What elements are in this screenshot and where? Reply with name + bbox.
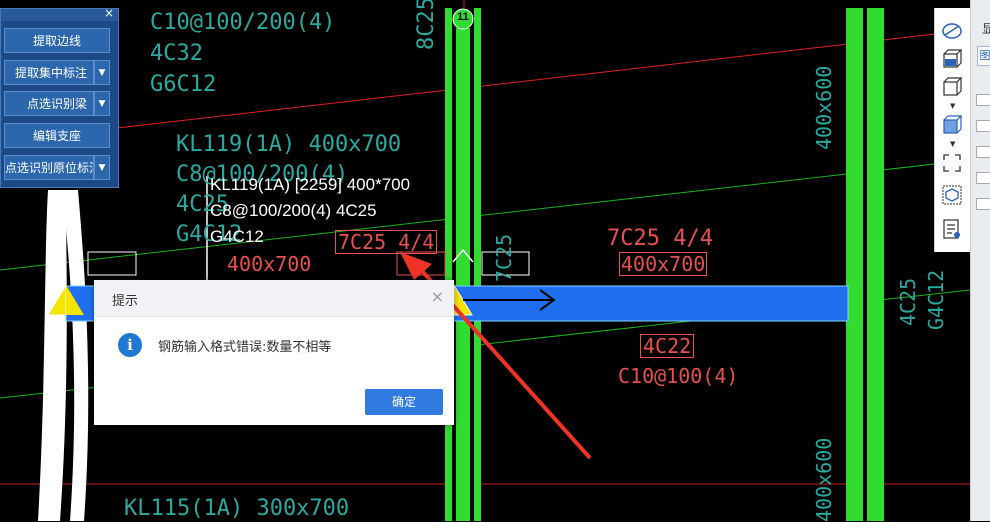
close-icon[interactable]: × bbox=[104, 6, 114, 20]
ok-button[interactable]: 确定 bbox=[365, 389, 443, 415]
chevron-down-icon[interactable]: ▼ bbox=[950, 140, 955, 148]
3d-view-icon[interactable] bbox=[941, 48, 963, 70]
cube-select-icon[interactable] bbox=[941, 184, 963, 206]
vertical-rebar-label: 4C25 bbox=[896, 277, 920, 326]
dimension-label: 400x700 bbox=[227, 252, 312, 276]
tooltip-line: KL119(1A) [2259] 400*700 bbox=[210, 175, 411, 194]
panel-tab[interactable]: 图 bbox=[977, 46, 990, 66]
dialog-message: 钢筋输入格式错误:数量不相等 bbox=[158, 340, 332, 355]
point-recognize-in-situ-annotation-button[interactable]: 点选识别原位标注 bbox=[4, 155, 94, 180]
chevron-down-icon[interactable]: ▼ bbox=[950, 102, 955, 110]
green-guide-line bbox=[0, 159, 971, 271]
tooltip-line: C8@100/200(4) 4C25 bbox=[210, 201, 377, 220]
stirrup-label: C10@100(4) bbox=[618, 364, 739, 388]
point-recognize-beam-button[interactable]: 点选识别梁 bbox=[4, 91, 94, 116]
beam-recognition-panel: × 提取边线 提取集中标注 ▼ 点选识别梁 ▼ 编辑支座 点选识别原位标注 ▼ bbox=[0, 6, 119, 188]
rebar-label: 7C25 4/4 bbox=[607, 226, 713, 251]
vertical-dimension-label: 400x600 bbox=[812, 437, 836, 522]
green-column-core bbox=[456, 28, 470, 521]
solid-view-icon[interactable] bbox=[941, 114, 963, 136]
properties-panel-edge: 显 图 bbox=[970, 0, 990, 521]
beam-label: KL119(1A) 400x700 bbox=[176, 132, 402, 157]
fit-view-icon[interactable] bbox=[941, 152, 963, 174]
extract-centralized-annotation-button[interactable]: 提取集中标注 bbox=[4, 60, 94, 85]
chevron-down-icon[interactable]: ▼ bbox=[94, 91, 110, 116]
axis-number: 11 bbox=[457, 11, 469, 23]
boxed-rebar-label: 4C22 bbox=[640, 334, 695, 358]
tree-row[interactable] bbox=[976, 120, 990, 132]
curved-wall bbox=[38, 190, 67, 521]
tree-expander[interactable] bbox=[976, 94, 990, 106]
tree-row[interactable] bbox=[976, 146, 990, 158]
close-icon[interactable]: × bbox=[431, 287, 444, 306]
vertical-dimension-label: 400x600 bbox=[812, 65, 836, 150]
view-toolbar: ▼ ▼ bbox=[934, 8, 971, 252]
rebar-box-label: 7C25 4/4 bbox=[335, 230, 438, 254]
orbit-icon[interactable] bbox=[941, 20, 963, 42]
tree-row[interactable] bbox=[976, 198, 990, 210]
chevron-down-icon[interactable]: ▼ bbox=[94, 155, 110, 180]
edit-support-button[interactable]: 编辑支座 bbox=[4, 123, 110, 148]
rebar-label: 4C32 bbox=[150, 41, 203, 66]
column-rebar-label: 7C25 bbox=[492, 233, 516, 282]
properties-list-icon[interactable] bbox=[941, 218, 963, 240]
extract-edge-button[interactable]: 提取边线 bbox=[4, 28, 110, 53]
info-icon: i bbox=[118, 333, 142, 357]
stirrup-label: C10@100/200(4) bbox=[150, 10, 336, 35]
vertical-rebar-label: 8C25 bbox=[414, 0, 439, 50]
vertical-rebar-label: G4C12 bbox=[924, 269, 948, 330]
dialog-title: 提示 bbox=[112, 294, 139, 309]
chevron-down-icon[interactable]: ▼ bbox=[94, 60, 110, 85]
beam-label: KL115(1A) 300x700 bbox=[124, 496, 350, 521]
panel-tab[interactable]: 显 bbox=[982, 20, 990, 37]
alert-dialog: 提示 × i 钢筋输入格式错误:数量不相等 确定 bbox=[94, 280, 454, 425]
red-guide-line bbox=[116, 29, 971, 129]
panel-titlebar: × bbox=[1, 6, 118, 21]
box-view-icon[interactable] bbox=[941, 76, 963, 98]
dimension-label: 400x700 bbox=[619, 252, 708, 276]
rebar-label: G6C12 bbox=[150, 72, 217, 97]
green-column-inner bbox=[863, 8, 867, 521]
tree-row[interactable] bbox=[976, 172, 990, 184]
dialog-header: 提示 × bbox=[94, 280, 454, 317]
